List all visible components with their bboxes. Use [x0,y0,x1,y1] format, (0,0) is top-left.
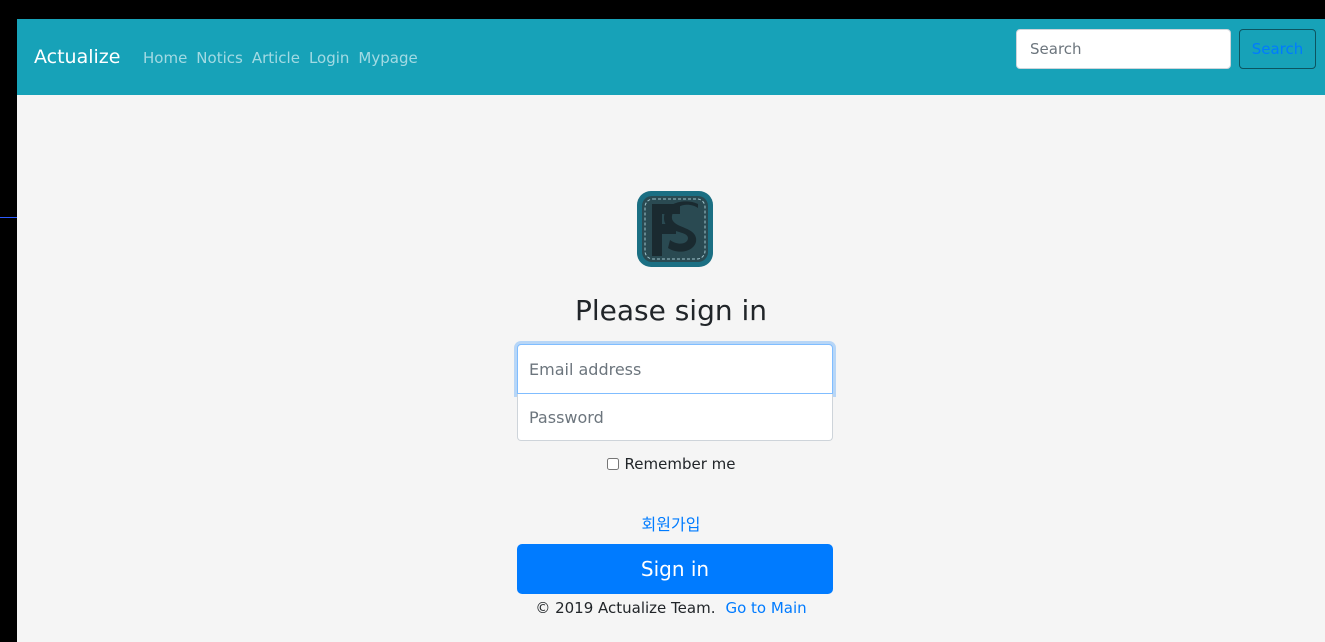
password-field[interactable] [517,394,833,441]
nav-link-notics[interactable]: Notics [196,49,243,67]
browser-viewport: Actualize Home Notics Article Login Mypa… [17,19,1325,642]
remember-me-checkbox[interactable] [606,458,619,470]
nav-link-mypage[interactable]: Mypage [358,49,417,67]
fs-logo-icon [637,191,713,267]
remember-me-row: Remember me [17,455,1325,473]
search-input[interactable] [1016,29,1231,69]
email-field[interactable] [517,344,833,394]
signup-link[interactable]: 회원가입 [17,511,1325,535]
go-to-main-link[interactable]: Go to Main [725,599,806,617]
nav-link-login[interactable]: Login [309,49,349,67]
sign-in-button[interactable]: Sign in [517,544,833,594]
nav-links: Home Notics Article Login Mypage [143,49,427,67]
copyright-text: © 2019 Actualize Team. [535,599,716,617]
side-divider-line [0,217,17,218]
navbar-brand[interactable]: Actualize [34,46,120,68]
footer: © 2019 Actualize Team. Go to Main [17,599,1325,617]
page-title: Please sign in [574,294,768,327]
navbar: Actualize Home Notics Article Login Mypa… [17,19,1325,95]
nav-link-article[interactable]: Article [252,49,300,67]
search-button[interactable]: Search [1239,29,1316,69]
remember-me-label: Remember me [624,455,736,473]
nav-link-home[interactable]: Home [143,49,187,67]
